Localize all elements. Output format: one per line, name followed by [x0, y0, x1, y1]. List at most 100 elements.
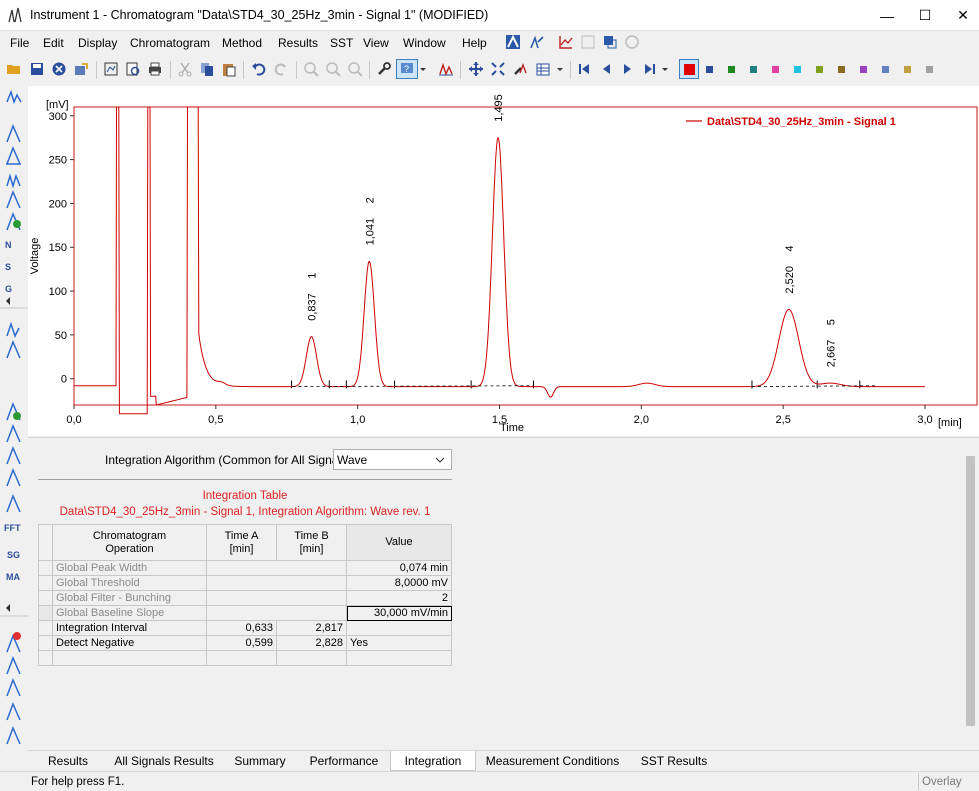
row-selector[interactable]	[38, 650, 53, 666]
row-selector[interactable]	[38, 635, 53, 651]
navigation-dropdown-icon[interactable]	[660, 59, 670, 79]
integration-table[interactable]: Chromatogram Operation Time A [min] Time…	[38, 524, 452, 666]
properties-wrench-icon[interactable]	[374, 59, 394, 79]
zoom-out-icon[interactable]	[345, 59, 365, 79]
menu-file[interactable]: File	[10, 36, 29, 50]
table-row[interactable]: Global Threshold 8,0000 mV	[38, 575, 452, 591]
table-row[interactable]: Global Peak Width 0,074 min	[38, 560, 452, 576]
move-icon[interactable]	[466, 59, 486, 79]
print-icon[interactable]	[145, 59, 165, 79]
print-preview-icon[interactable]	[123, 59, 143, 79]
close-file-icon[interactable]	[49, 59, 69, 79]
copy-icon[interactable]	[197, 59, 217, 79]
table-dropdown-icon[interactable]	[555, 59, 565, 79]
cell-value[interactable]	[346, 620, 452, 636]
cell-operation[interactable]: Integration Interval	[52, 620, 207, 636]
help-mode-dropdown-icon[interactable]	[418, 59, 428, 79]
color-swatch-button[interactable]	[750, 66, 757, 73]
menu-chromatogram[interactable]: Chromatogram	[130, 36, 210, 50]
cell-time-a[interactable]: 0,633	[206, 620, 277, 636]
cell-operation[interactable]: Detect Negative	[52, 635, 207, 651]
copy-layout-icon[interactable]	[600, 32, 620, 52]
color-swatch-button[interactable]	[728, 66, 735, 73]
menu-window[interactable]: Window	[403, 36, 446, 50]
chromatogram-svg[interactable]: [mV] Voltage Time [min] Data\STD4_30_25H…	[28, 74, 979, 436]
tab-results[interactable]: Results	[33, 751, 103, 771]
cell-time-b[interactable]	[276, 575, 347, 591]
cell-value[interactable]: 0,074 min	[346, 560, 452, 576]
cell-time-a[interactable]	[206, 560, 277, 576]
tab-all-signals-results[interactable]: All Signals Results	[107, 751, 221, 771]
previous-icon[interactable]	[596, 59, 616, 79]
color-swatch-button[interactable]	[816, 66, 823, 73]
color-swatch-button[interactable]	[706, 66, 713, 73]
row-selector[interactable]	[38, 575, 53, 591]
method-icon[interactable]	[503, 32, 523, 52]
info-icon[interactable]	[622, 32, 642, 52]
table-row[interactable]: Global Filter - Bunching 2	[38, 590, 452, 606]
zoom-icon[interactable]	[301, 59, 321, 79]
color-swatch-button[interactable]	[926, 66, 933, 73]
color-swatch-button[interactable]	[838, 66, 845, 73]
baseline-icon[interactable]	[436, 59, 456, 79]
color-red-button[interactable]	[679, 59, 699, 79]
table-row[interactable]: Integration Interval 0,633 2,817	[38, 620, 452, 636]
color-swatch-button[interactable]	[794, 66, 801, 73]
fit-all-icon[interactable]	[488, 59, 508, 79]
export-icon[interactable]	[71, 59, 91, 79]
cell-value[interactable]: 30,000 mV/min	[346, 605, 452, 621]
help-mode-icon[interactable]: ?	[396, 59, 418, 79]
tab-measurement-conditions[interactable]: Measurement Conditions	[480, 751, 625, 771]
scrollbar-thumb[interactable]	[966, 456, 975, 726]
row-selector[interactable]	[38, 590, 53, 606]
cut-icon[interactable]	[175, 59, 195, 79]
first-icon[interactable]	[574, 59, 594, 79]
vertical-scrollbar[interactable]	[962, 438, 979, 750]
open-icon[interactable]	[4, 59, 24, 79]
save-icon[interactable]	[27, 59, 47, 79]
row-selector[interactable]	[38, 620, 53, 636]
paste-icon[interactable]	[219, 59, 239, 79]
menu-method[interactable]: Method	[222, 36, 262, 50]
table-icon[interactable]	[533, 59, 553, 79]
menu-display[interactable]: Display	[78, 36, 117, 50]
last-icon[interactable]	[640, 59, 660, 79]
close-button[interactable]: ✕	[940, 0, 979, 31]
cell-operation[interactable]: Global Peak Width	[52, 560, 207, 576]
peak-tool-icon[interactable]	[510, 59, 530, 79]
tab-sst-results[interactable]: SST Results	[629, 751, 719, 771]
preview-icon[interactable]	[101, 59, 121, 79]
menu-view[interactable]: View	[363, 36, 389, 50]
row-selector[interactable]	[38, 605, 53, 621]
cell-value[interactable]: Yes	[346, 635, 452, 651]
cell-time-b[interactable]	[276, 650, 347, 666]
color-swatch-button[interactable]	[904, 66, 911, 73]
color-swatch-button[interactable]	[882, 66, 889, 73]
tab-summary[interactable]: Summary	[225, 751, 295, 771]
row-selector[interactable]	[38, 560, 53, 576]
cell-operation[interactable]: Global Baseline Slope	[52, 605, 207, 621]
calibration-icon[interactable]	[527, 32, 547, 52]
table-row[interactable]: Global Baseline Slope 30,000 mV/min	[38, 605, 452, 621]
cell-time-a[interactable]	[206, 605, 277, 621]
chromatogram-chart[interactable]: [mV] Voltage Time [min] Data\STD4_30_25H…	[28, 74, 979, 436]
undo-icon[interactable]	[249, 59, 269, 79]
redo-icon[interactable]	[271, 59, 291, 79]
menu-sst[interactable]: SST	[330, 36, 353, 50]
tab-integration[interactable]: Integration	[390, 751, 476, 771]
cell-value[interactable]: 2	[346, 590, 452, 606]
cell-time-b[interactable]: 2,817	[276, 620, 347, 636]
menu-help[interactable]: Help	[462, 36, 487, 50]
cell-operation[interactable]: Global Filter - Bunching	[52, 590, 207, 606]
menu-edit[interactable]: Edit	[43, 36, 64, 50]
cell-time-b[interactable]	[276, 560, 347, 576]
cell-time-b[interactable]: 2,828	[276, 635, 347, 651]
table-row[interactable]: Detect Negative 0,599 2,828 Yes	[38, 635, 452, 651]
menu-results[interactable]: Results	[278, 36, 318, 50]
cell-operation[interactable]: Global Threshold	[52, 575, 207, 591]
cell-value[interactable]	[346, 650, 452, 666]
table-row[interactable]	[38, 650, 452, 666]
chart-icon[interactable]	[556, 32, 576, 52]
cell-time-a[interactable]	[206, 575, 277, 591]
cell-time-b[interactable]	[276, 605, 347, 621]
